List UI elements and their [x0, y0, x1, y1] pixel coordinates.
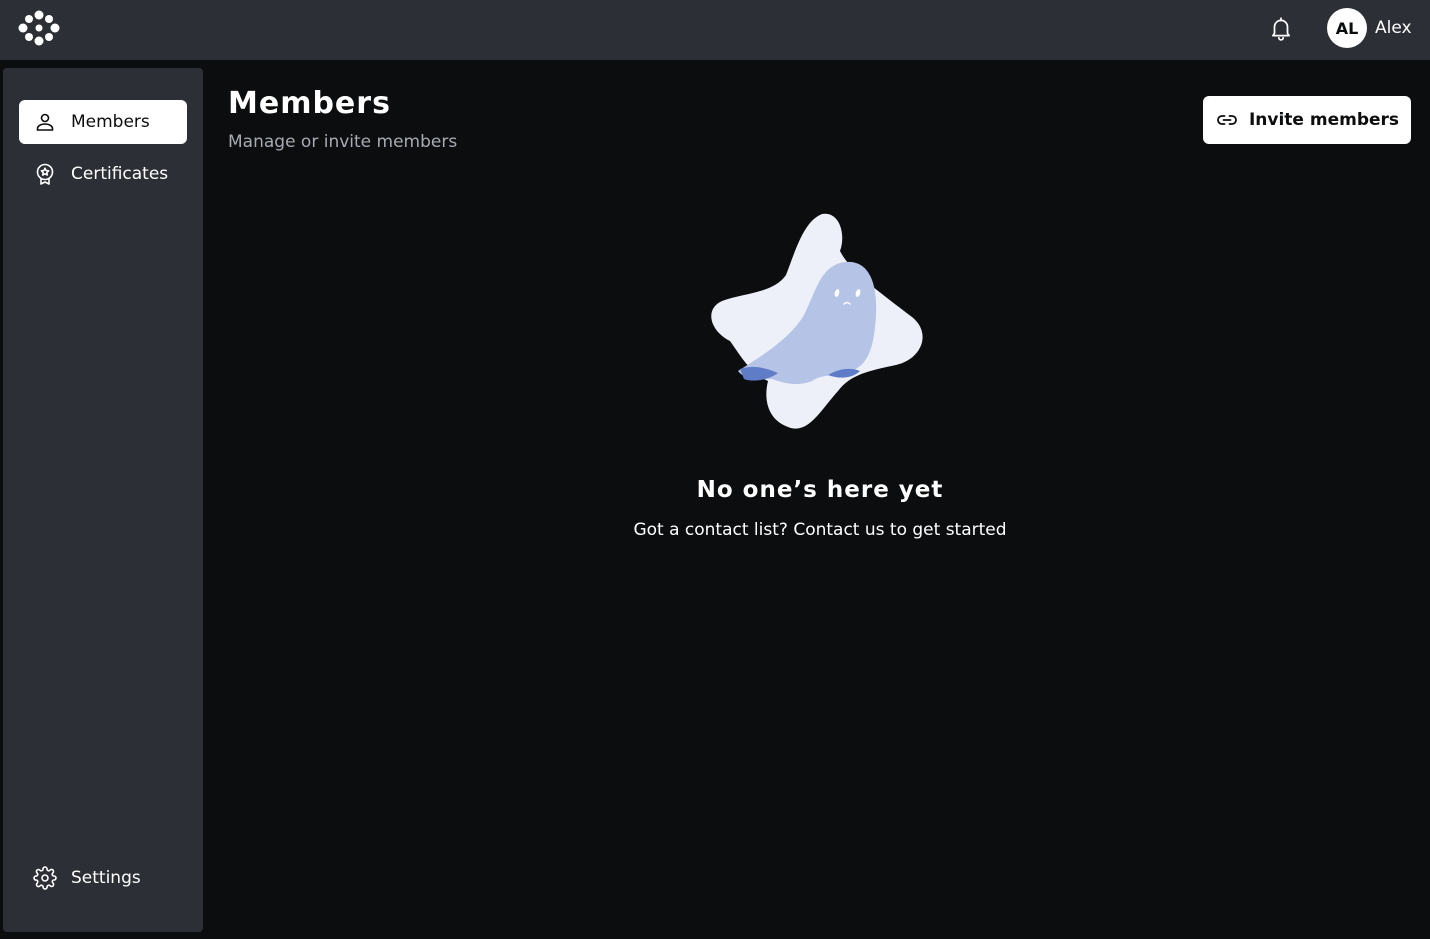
bell-icon[interactable] [1268, 15, 1294, 41]
sidebar-item-label: Settings [71, 868, 141, 888]
sidebar-item-members[interactable]: Members [19, 100, 187, 144]
avatar-initials: AL [1335, 18, 1359, 38]
sidebar-item-settings[interactable]: Settings [19, 856, 187, 900]
avatar[interactable]: AL [1327, 8, 1367, 48]
app-logo-icon[interactable] [18, 10, 60, 46]
top-bar: AL Alex [0, 0, 1430, 60]
sidebar-item-certificates[interactable]: Certificates [19, 152, 187, 196]
certificate-badge-icon [36, 163, 54, 185]
link-icon [1217, 115, 1237, 125]
page-subtitle: Manage or invite members [228, 132, 458, 152]
person-icon [36, 113, 54, 131]
sidebar-item-label: Members [71, 112, 150, 132]
page-title: Members [228, 86, 391, 121]
user-name[interactable]: Alex [1375, 18, 1412, 38]
gear-icon [33, 866, 57, 890]
empty-state-title: No one’s here yet [696, 477, 944, 503]
ghost-illustration [711, 213, 923, 429]
empty-state-message: Got a contact list? Contact us to get st… [633, 520, 1007, 540]
invite-members-button[interactable]: Invite members [1203, 96, 1411, 144]
invite-members-label: Invite members [1248, 110, 1400, 130]
sidebar-item-label: Certificates [71, 164, 169, 184]
